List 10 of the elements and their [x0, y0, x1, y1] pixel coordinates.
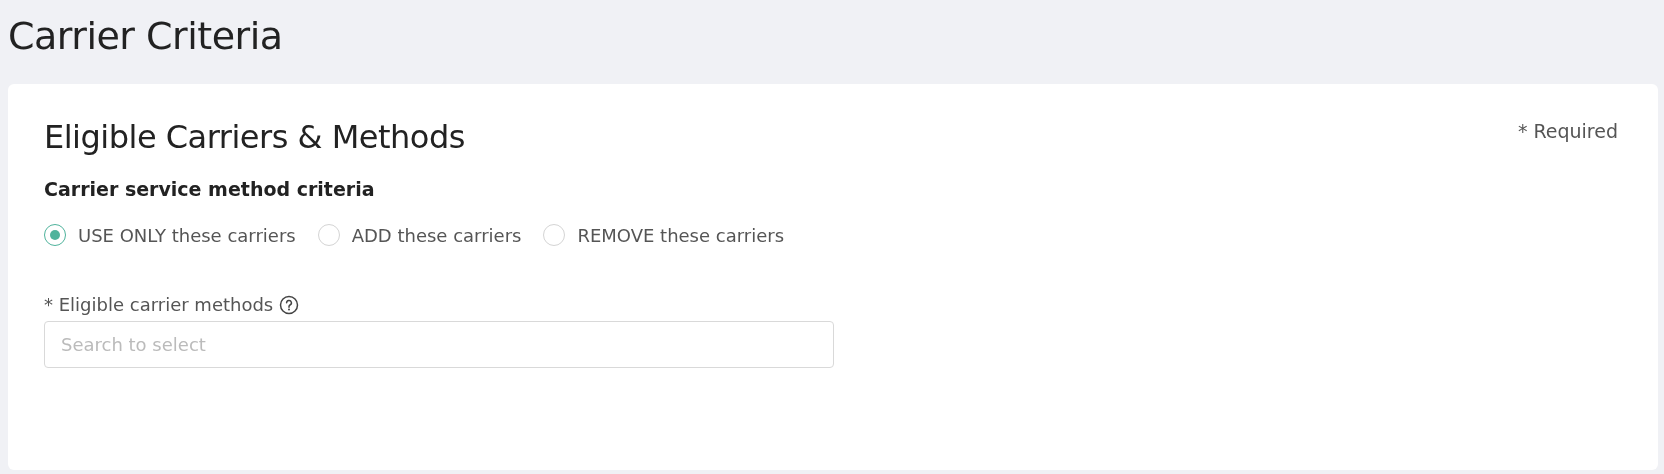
card-title: Eligible Carriers & Methods	[44, 118, 465, 156]
required-note: * Required	[1517, 120, 1618, 142]
field-label: * Eligible carrier methods	[44, 294, 274, 315]
page-title: Carrier Criteria	[8, 13, 284, 60]
radio-option[interactable]: ADD these carriers	[317, 224, 522, 246]
search-field[interactable]: Search to select	[44, 321, 834, 368]
radio-option[interactable]: REMOVE these carriers	[543, 224, 785, 246]
section-heading: Carrier service method criteria	[44, 178, 376, 200]
radio-option[interactable]: USE ONLY these carriers	[44, 224, 296, 246]
help-icon[interactable]	[279, 294, 300, 315]
